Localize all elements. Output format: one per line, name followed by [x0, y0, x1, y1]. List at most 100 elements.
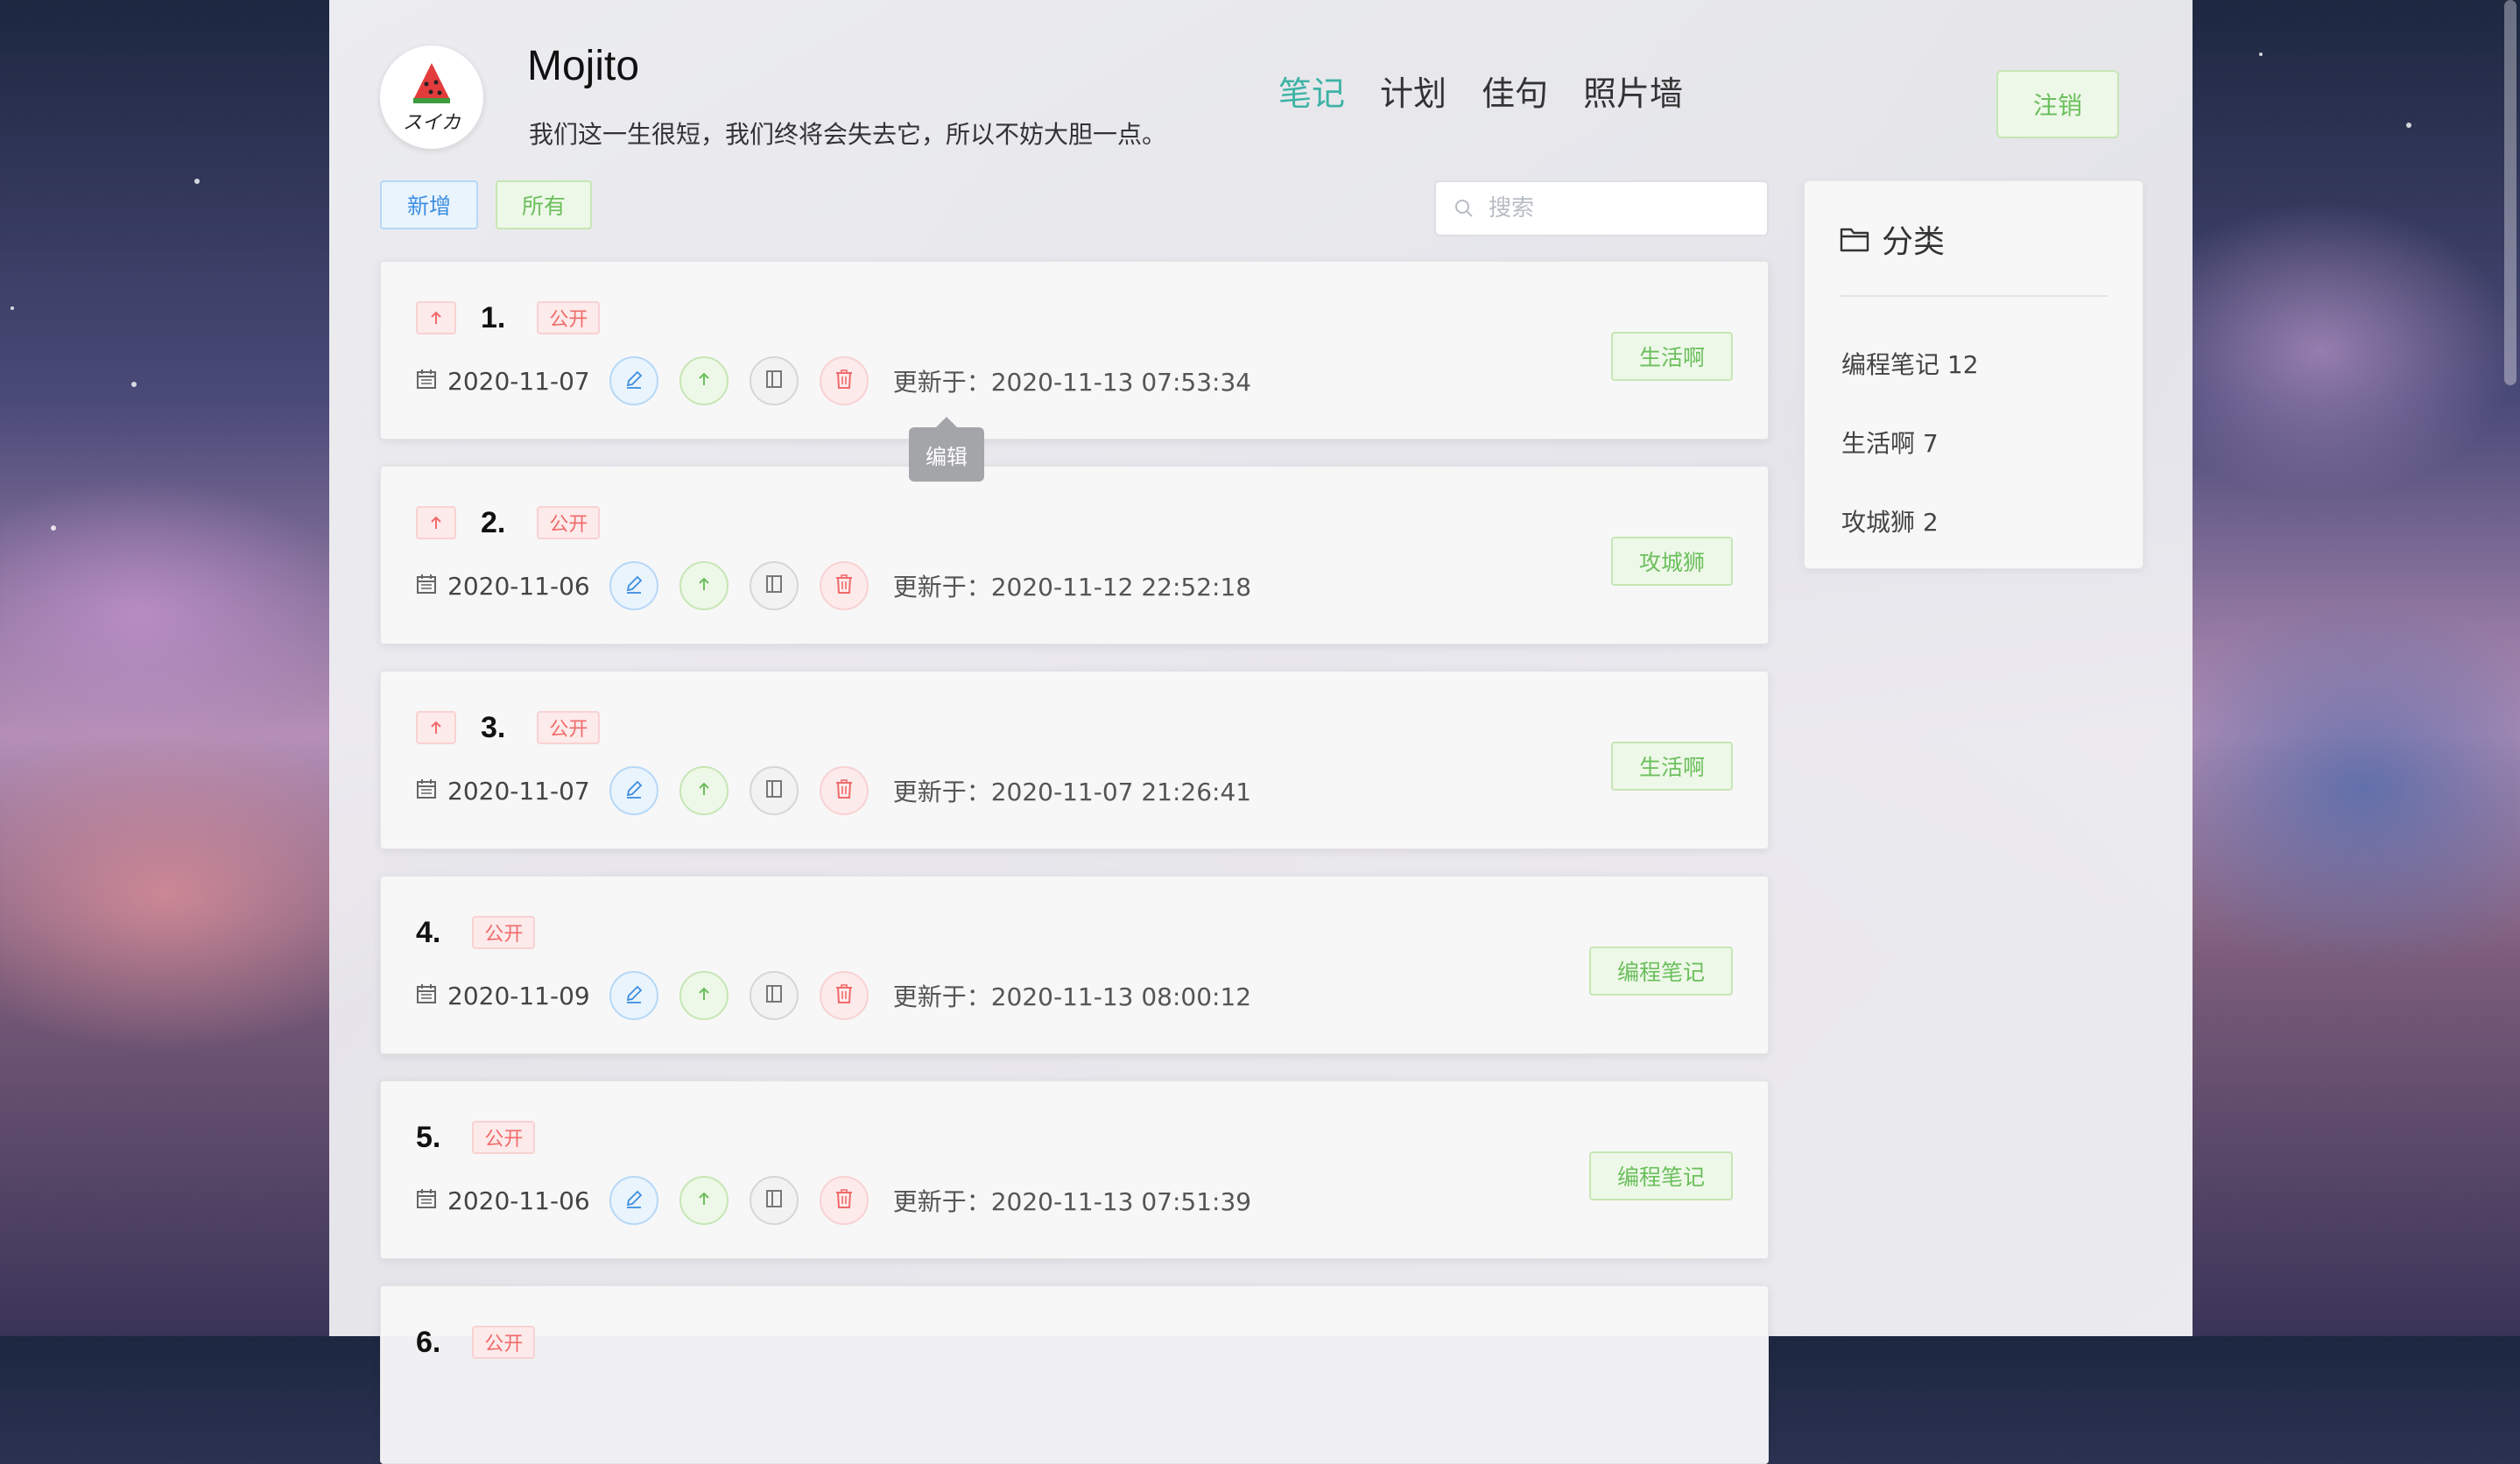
edit-button[interactable] — [609, 356, 658, 405]
main-container: スイカ Mojito 我们这一生很短，我们终将会失去它，所以不妨大胆一点。 笔记… — [329, 0, 2193, 1464]
visibility-tag: 公开 — [537, 711, 601, 744]
pinned-arrow-up-icon[interactable] — [416, 711, 456, 744]
category-tag[interactable]: 编程笔记 — [1588, 1151, 1733, 1200]
view-button[interactable] — [749, 356, 799, 405]
sidebar-header: 分类 — [1840, 216, 1945, 262]
calendar-icon — [416, 1188, 437, 1213]
logout-button[interactable]: 注销 — [1996, 70, 2119, 138]
note-meta: 2020-11-06 更新于：2020-11-13 07:51:39 — [416, 1174, 1251, 1227]
calendar-icon — [416, 778, 437, 803]
delete-button[interactable] — [819, 766, 869, 815]
note-date: 2020-11-06 — [447, 571, 590, 601]
note-header: 3. 公开 — [416, 707, 601, 749]
note-number: 5. — [416, 1120, 441, 1154]
calendar-icon — [416, 369, 437, 393]
category-sidebar: 分类 编程笔记 12 生活啊 7 攻城狮 2 — [1804, 180, 2143, 569]
edit-button[interactable] — [609, 971, 658, 1020]
pencil-icon — [623, 1188, 644, 1213]
note-date: 2020-11-07 — [447, 366, 590, 396]
delete-button[interactable] — [819, 971, 869, 1020]
note-card[interactable]: 5. 公开 2020-11-06 更新于：2020-11-13 07:51:39 编程笔… — [380, 1080, 1769, 1259]
search-input[interactable] — [1487, 194, 1753, 222]
note-header: 2. 公开 — [416, 502, 601, 544]
nav-quotes[interactable]: 佳句 — [1482, 67, 1548, 115]
trash-icon — [834, 369, 854, 393]
updated-time: 更新于：2020-11-13 07:51:39 — [892, 1187, 1252, 1216]
pin-button[interactable] — [679, 766, 729, 815]
site-title: Mojito — [527, 43, 640, 89]
delete-button[interactable] — [819, 356, 869, 405]
view-button[interactable] — [749, 561, 799, 610]
all-notes-button[interactable]: 所有 — [496, 180, 592, 229]
note-card[interactable]: 3. 公开 2020-11-07 更新于：2020-11-07 21:26:41 生活啊 — [380, 671, 1769, 849]
nav-notes[interactable]: 笔记 — [1278, 67, 1345, 115]
pinned-arrow-up-icon[interactable] — [416, 301, 456, 334]
note-header: 6. 公开 — [416, 1321, 536, 1363]
updated-time: 更新于：2020-11-12 22:52:18 — [892, 573, 1252, 602]
category-item-engineer[interactable]: 攻城狮 2 — [1841, 503, 1939, 538]
nav-plans[interactable]: 计划 — [1380, 67, 1447, 115]
category-item-programming[interactable]: 编程笔记 12 — [1841, 346, 1979, 381]
pencil-icon — [623, 369, 644, 393]
arrow-up-icon — [695, 985, 713, 1006]
visibility-tag: 公开 — [472, 916, 536, 949]
calendar-icon — [416, 574, 437, 598]
note-meta: 2020-11-06 更新于：2020-11-12 22:52:18 — [416, 560, 1251, 612]
motto: 我们这一生很短，我们终将会失去它，所以不妨大胆一点。 — [529, 120, 1167, 149]
nav-photo-wall[interactable]: 照片墙 — [1583, 67, 1683, 115]
note-card[interactable]: 2. 公开 2020-11-06 更新于：2020-11-12 22:52:18 攻城狮 — [380, 466, 1769, 644]
arrow-up-icon — [695, 780, 713, 801]
search-box — [1434, 180, 1769, 236]
delete-button[interactable] — [819, 561, 869, 610]
edit-button[interactable] — [609, 766, 658, 815]
note-date: 2020-11-09 — [447, 981, 590, 1010]
pencil-icon — [623, 574, 644, 598]
note-header: 4. 公开 — [416, 911, 536, 954]
note-date: 2020-11-06 — [447, 1186, 590, 1215]
pin-button[interactable] — [679, 971, 729, 1020]
edit-tooltip: 编辑 — [909, 417, 984, 482]
visibility-tag: 公开 — [537, 506, 601, 539]
edit-button[interactable] — [609, 561, 658, 610]
view-button[interactable] — [749, 1176, 799, 1225]
category-tag[interactable]: 编程笔记 — [1588, 947, 1733, 996]
note-number: 1. — [481, 300, 506, 334]
pinned-arrow-up-icon[interactable] — [416, 506, 456, 539]
panel-icon — [764, 983, 784, 1008]
search-icon — [1455, 200, 1473, 217]
trash-icon — [834, 983, 854, 1008]
main-nav: 笔记 计划 佳句 照片墙 — [1278, 67, 1683, 115]
updated-time: 更新于：2020-11-13 08:00:12 — [892, 982, 1252, 1011]
trash-icon — [834, 778, 854, 803]
page-scrollbar[interactable] — [2504, 0, 2516, 385]
panel-icon — [764, 369, 784, 393]
watermelon-icon — [413, 63, 450, 103]
trash-icon — [834, 1188, 854, 1213]
view-button[interactable] — [749, 766, 799, 815]
view-button[interactable] — [749, 971, 799, 1020]
category-tag[interactable]: 攻城狮 — [1610, 537, 1733, 586]
avatar[interactable]: スイカ — [380, 46, 483, 149]
note-date: 2020-11-07 — [447, 776, 590, 806]
note-card[interactable]: 6. 公开 — [380, 1285, 1769, 1464]
category-tag[interactable]: 生活啊 — [1610, 332, 1733, 381]
category-tag[interactable]: 生活啊 — [1610, 742, 1733, 791]
folder-icon — [1840, 228, 1869, 252]
pin-button[interactable] — [679, 1176, 729, 1225]
note-card[interactable]: 4. 公开 2020-11-09 更新于：2020-11-13 08:00:12 编程笔… — [380, 876, 1769, 1054]
note-meta: 2020-11-07 更新于：2020-11-13 07:53:34 — [416, 355, 1251, 407]
note-card[interactable]: 1. 公开 2020-11-07 更新于：2020-11-13 07:53:34 生活啊 — [380, 261, 1769, 440]
visibility-tag: 公开 — [472, 1121, 536, 1154]
note-number: 2. — [481, 505, 506, 539]
pin-button[interactable] — [679, 356, 729, 405]
divider — [1840, 295, 2108, 297]
add-note-button[interactable]: 新增 — [380, 180, 478, 229]
delete-button[interactable] — [819, 1176, 869, 1225]
pin-button[interactable] — [679, 561, 729, 610]
category-item-life[interactable]: 生活啊 7 — [1841, 425, 1939, 460]
edit-button[interactable] — [609, 1176, 658, 1225]
note-number: 3. — [481, 710, 506, 744]
note-header: 1. 公开 — [416, 297, 601, 339]
arrow-up-icon — [695, 1190, 713, 1211]
note-meta: 2020-11-07 更新于：2020-11-07 21:26:41 — [416, 764, 1251, 817]
